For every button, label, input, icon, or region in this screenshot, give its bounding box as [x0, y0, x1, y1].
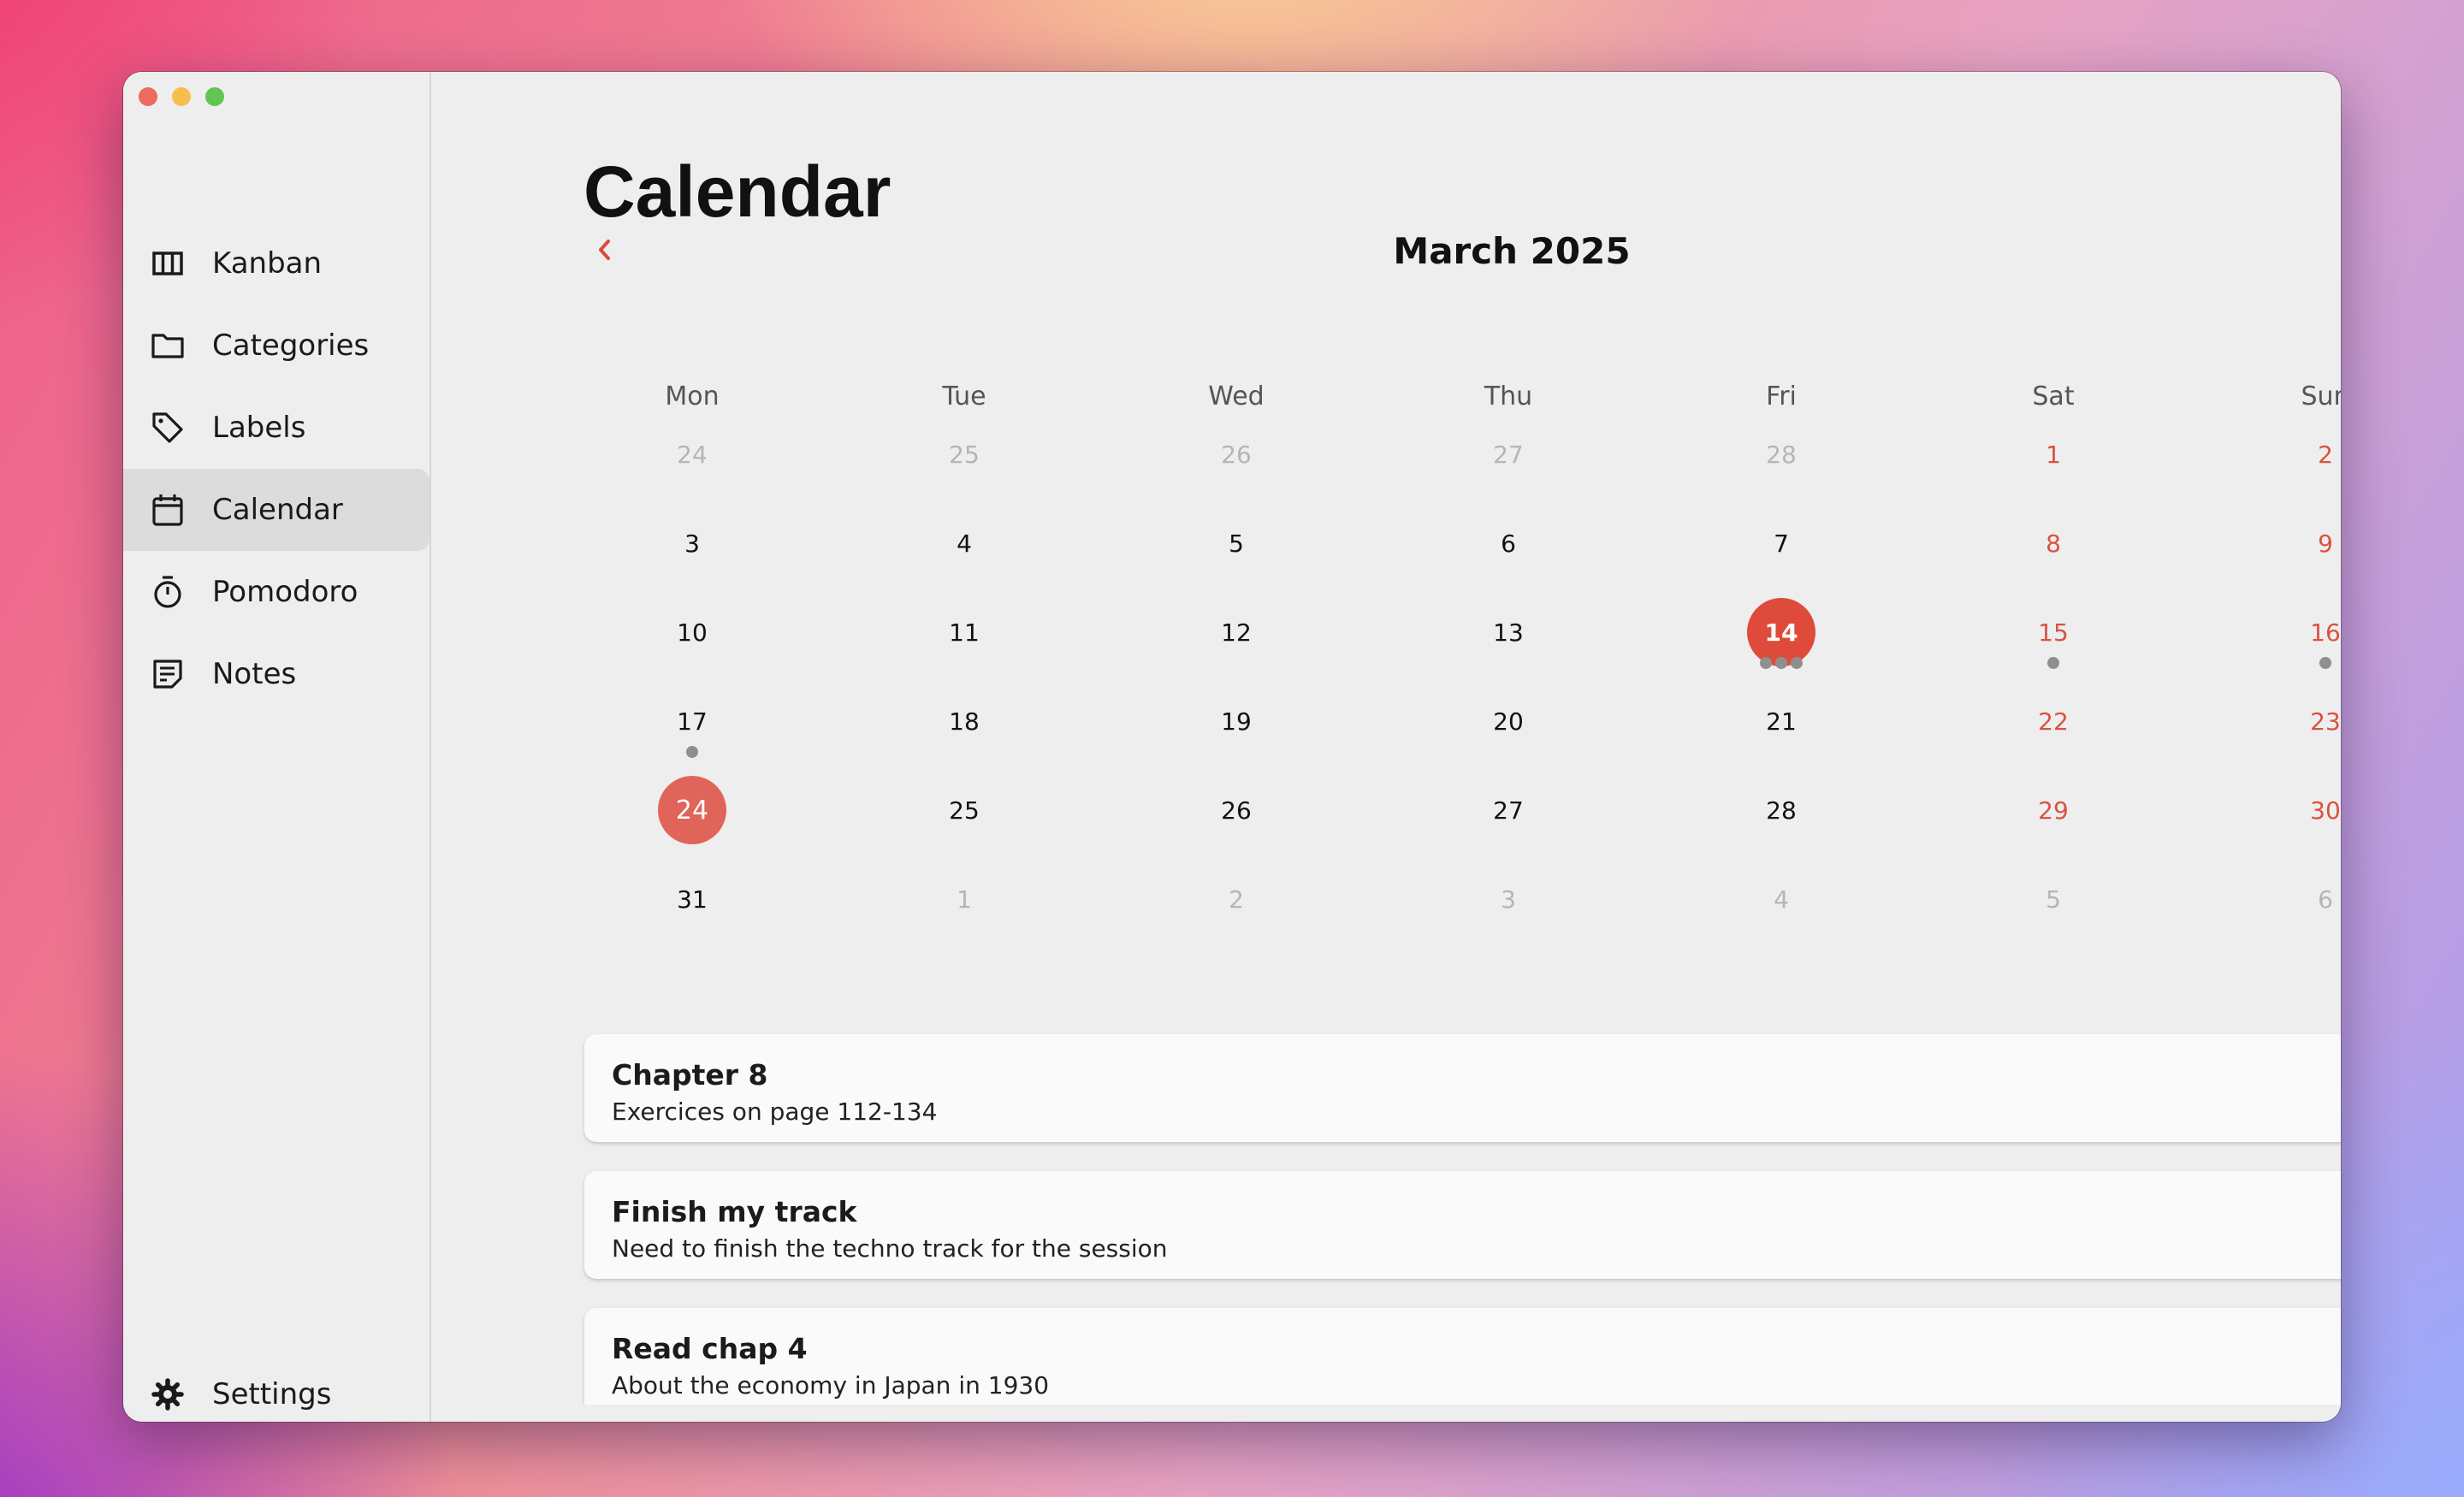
calendar-day[interactable]: 30 [2287, 772, 2341, 849]
sidebar-item-label: Labels [212, 411, 306, 445]
task-card[interactable]: Read chap 4 About the economy in Japan i… [584, 1308, 2341, 1416]
kanban-icon [151, 246, 185, 281]
calendar-day[interactable]: 8 [2015, 505, 2092, 582]
zoom-window-button[interactable] [205, 87, 224, 106]
weekday-label: Thu [1484, 382, 1533, 411]
calendar-day[interactable]: 27 [1470, 772, 1547, 849]
calendar-day[interactable]: 27 [1470, 416, 1547, 493]
sidebar-item-label: Kanban [212, 246, 323, 281]
sidebar-item-label: Settings [212, 1377, 332, 1411]
month-label: March 2025 [1393, 230, 1631, 272]
list-bottom-edge [431, 1405, 2341, 1422]
event-dot [1791, 657, 1803, 669]
app-window: Kanban Categories Labels Calendar Pomodo… [123, 72, 2341, 1422]
calendar-day[interactable]: 20 [1470, 683, 1547, 760]
sidebar-item-settings[interactable]: Settings [123, 1353, 429, 1422]
calendar-day[interactable]: 6 [1470, 505, 1547, 582]
calendar-day[interactable]: 4 [926, 505, 1003, 582]
weekday-label: Tue [942, 382, 986, 411]
calendar-header: March 2025 [583, 209, 2341, 294]
sidebar-item-label: Calendar [212, 493, 343, 527]
event-dot [1775, 657, 1787, 669]
task-title: Chapter 8 [612, 1058, 768, 1092]
calendar-day[interactable]: 4 [1743, 861, 1820, 938]
task-description: Need to finish the techno track for the … [612, 1234, 1168, 1263]
weekday-label: Fri [1766, 382, 1797, 411]
calendar-day[interactable]: 28 [1743, 416, 1820, 493]
calendar-day[interactable]: 26 [1198, 416, 1275, 493]
sidebar-item-categories[interactable]: Categories [123, 305, 429, 387]
calendar-day[interactable]: 13 [1470, 594, 1547, 671]
calendar-day-selected[interactable]: 24 [658, 776, 726, 844]
calendar-day[interactable]: 10 [654, 594, 731, 671]
sidebar-item-notes[interactable]: Notes [123, 633, 429, 715]
event-dot [1760, 657, 1772, 669]
calendar-day[interactable]: 25 [926, 772, 1003, 849]
calendar-day[interactable]: 7 [1743, 505, 1820, 582]
note-icon [151, 657, 185, 691]
window-controls [139, 87, 224, 106]
task-card[interactable]: Chapter 8 Exercices on page 112-134 [584, 1034, 2341, 1142]
event-dot [686, 746, 698, 758]
weekday-label: Sun [2301, 382, 2341, 411]
event-dot [2319, 657, 2331, 669]
task-title: Read chap 4 [612, 1332, 808, 1365]
weekday-label: Mon [665, 382, 720, 411]
sidebar-item-labels[interactable]: Labels [123, 387, 429, 469]
weekday-label: Sat [2032, 382, 2075, 411]
calendar-day[interactable]: 26 [1198, 772, 1275, 849]
calendar-day[interactable]: 5 [1198, 505, 1275, 582]
stopwatch-icon [151, 575, 185, 609]
calendar-day[interactable]: 1 [2015, 416, 2092, 493]
calendar-day[interactable]: 5 [2015, 861, 2092, 938]
sidebar-item-pomodoro[interactable]: Pomodoro [123, 551, 429, 633]
calendar-day[interactable]: 12 [1198, 594, 1275, 671]
calendar-day[interactable]: 3 [654, 505, 731, 582]
close-window-button[interactable] [139, 87, 157, 106]
calendar-icon [151, 493, 185, 527]
calendar-day[interactable]: 25 [926, 416, 1003, 493]
calendar-day[interactable]: 18 [926, 683, 1003, 760]
folder-icon [151, 328, 185, 363]
calendar-day[interactable]: 21 [1743, 683, 1820, 760]
calendar-day[interactable]: 1 [926, 861, 1003, 938]
sidebar-item-kanban[interactable]: Kanban [123, 222, 429, 305]
calendar-day[interactable]: 3 [1470, 861, 1547, 938]
task-description: Exercices on page 112-134 [612, 1098, 938, 1126]
weekday-label: Wed [1208, 382, 1265, 411]
sidebar-item-label: Notes [212, 657, 297, 691]
calendar-day[interactable]: 2 [1198, 861, 1275, 938]
calendar-day-today[interactable]: 14 [1747, 598, 1815, 666]
task-card[interactable]: Finish my track Need to finish the techn… [584, 1171, 2341, 1279]
calendar-day[interactable]: 28 [1743, 772, 1820, 849]
calendar-day[interactable]: 24 [654, 416, 731, 493]
sidebar: Kanban Categories Labels Calendar Pomodo… [123, 72, 431, 1422]
sidebar-item-label: Pomodoro [212, 575, 358, 609]
main-content: Calendar March 2025 Mon Tue Wed Thu Fri Sat Su… [431, 72, 2341, 1422]
calendar-day[interactable]: 16 [2287, 594, 2341, 671]
calendar-day[interactable]: 31 [654, 861, 731, 938]
sidebar-item-calendar[interactable]: Calendar [123, 469, 429, 551]
event-dot [2047, 657, 2059, 669]
task-title: Finish my track [612, 1195, 857, 1228]
tag-icon [151, 411, 185, 445]
gear-icon [151, 1377, 185, 1411]
calendar-day[interactable]: 2 [2287, 416, 2341, 493]
calendar-day[interactable]: 29 [2015, 772, 2092, 849]
calendar-day[interactable]: 19 [1198, 683, 1275, 760]
calendar-day[interactable]: 23 [2287, 683, 2341, 760]
calendar-day[interactable]: 6 [2287, 861, 2341, 938]
calendar-day[interactable]: 22 [2015, 683, 2092, 760]
calendar-day[interactable]: 11 [926, 594, 1003, 671]
task-description: About the economy in Japan in 1930 [612, 1371, 1050, 1399]
sidebar-item-label: Categories [212, 328, 370, 363]
minimize-window-button[interactable] [172, 87, 191, 106]
calendar-day[interactable]: 9 [2287, 505, 2341, 582]
